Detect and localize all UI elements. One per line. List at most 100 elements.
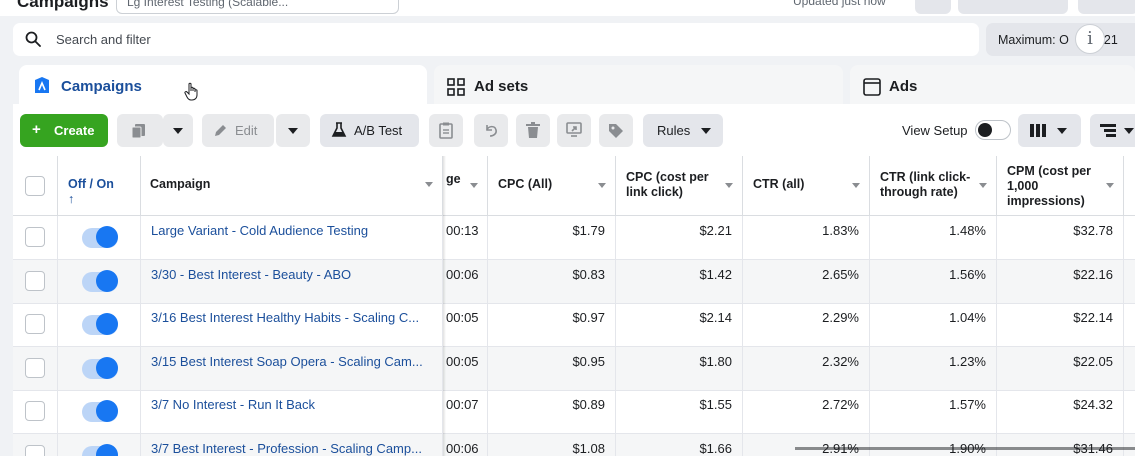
sort-chevron-icon	[725, 183, 733, 188]
search-icon	[25, 31, 41, 47]
create-button[interactable]: + Create	[20, 114, 108, 147]
row-checkbox[interactable]	[25, 401, 45, 422]
campaign-name-link[interactable]: 3/16 Best Interest Healthy Habits - Scal…	[151, 310, 419, 325]
view-setup-toggle[interactable]	[975, 120, 1011, 140]
row-campaign-cell: Large Variant - Cold Audience Testing	[141, 216, 443, 260]
row-ctr-all-cell: 1.83%	[743, 216, 870, 260]
row-checkbox[interactable]	[25, 314, 45, 335]
table-row[interactable]: 3/16 Best Interest Healthy Habits - Scal…	[13, 303, 1135, 348]
toggle-knob	[96, 356, 118, 379]
review-publish-button[interactable]	[1078, 0, 1135, 14]
edit-dropdown-button[interactable]	[276, 114, 310, 147]
campaign-name-link[interactable]: 3/30 - Best Interest - Beauty - ABO	[151, 267, 351, 282]
tab-ads[interactable]: Ads	[850, 65, 1135, 105]
chevron-down-icon	[1057, 128, 1067, 134]
campaign-onoff-toggle[interactable]	[82, 269, 118, 292]
campaign-onoff-toggle[interactable]	[82, 444, 118, 456]
row-cpm-cell: $22.05	[997, 346, 1124, 391]
tag-button[interactable]	[599, 114, 633, 147]
updated-status: Updated just now	[793, 0, 886, 8]
header-onoff[interactable]: Off / On ↑	[58, 156, 141, 216]
edit-button[interactable]: Edit	[202, 114, 274, 147]
header-ctr-link[interactable]: CTR (link click-through rate)	[870, 156, 997, 216]
cpc-all-value: $0.97	[572, 310, 605, 326]
grid-icon	[447, 78, 465, 96]
account-select[interactable]: Lg Interest Testing (Scalable...	[116, 0, 399, 14]
row-partial-value: 00:06	[446, 266, 479, 282]
table-row[interactable]: 3/7 Best Interest - Profession - Scaling…	[13, 434, 1135, 456]
row-checkbox[interactable]	[25, 227, 45, 247]
date-range-button[interactable]: Maximum: O 2021	[986, 23, 1135, 56]
campaign-onoff-toggle[interactable]	[82, 226, 118, 248]
ctr-all-value: 2.32%	[822, 353, 859, 369]
refresh-button[interactable]	[915, 0, 951, 14]
duplicate-dropdown-button[interactable]	[163, 114, 193, 147]
tab-campaigns[interactable]: Campaigns	[19, 65, 427, 105]
row-cpc-link-cell: $1.55	[616, 390, 743, 435]
row-partial-value: 00:06	[446, 441, 479, 456]
search-filter-bar[interactable]: Search and filter	[13, 23, 979, 56]
table-row[interactable]: 3/15 Best Interest Soap Opera - Scaling …	[13, 346, 1135, 391]
top-bar: Campaigns Lg Interest Testing (Scalable.…	[0, 0, 1135, 16]
campaign-name-link[interactable]: 3/7 Best Interest - Profession - Scaling…	[151, 441, 422, 456]
row-ctr-link-cell: 1.57%	[870, 390, 997, 435]
preview-button[interactable]	[557, 114, 591, 147]
chevron-down-icon	[288, 128, 298, 134]
info-icon[interactable]: i	[1075, 24, 1105, 54]
campaign-onoff-toggle[interactable]	[82, 313, 118, 336]
cpm-value: $24.32	[1073, 397, 1113, 413]
ab-test-button[interactable]: A/B Test	[320, 114, 419, 147]
cpc-link-value: $1.55	[699, 397, 732, 413]
table-row[interactable]: 3/30 - Best Interest - Beauty - ABO 00:0…	[13, 259, 1135, 304]
header-ctr-all-label: CTR (all)	[753, 177, 805, 191]
campaign-name-link[interactable]: 3/15 Best Interest Soap Opera - Scaling …	[151, 354, 423, 369]
video-progress-line	[795, 447, 1135, 450]
columns-icon	[1030, 124, 1046, 137]
header-cpm-label: CPM (cost per 1,000 impressions)	[1007, 164, 1092, 208]
row-ctr-all-cell: 2.29%	[743, 303, 870, 348]
row-ctr-link-cell: 1.04%	[870, 303, 997, 348]
table-row[interactable]: 3/7 No Interest - Run It Back 00:07 $0.8…	[13, 390, 1135, 435]
tab-ads-label: Ads	[889, 78, 918, 95]
row-checkbox[interactable]	[25, 357, 45, 378]
header-ctr-link-label: CTR (link click-through rate)	[880, 170, 971, 199]
header-partial[interactable]: ge	[443, 156, 488, 216]
sort-chevron-icon	[852, 183, 860, 188]
toolbar: + Create Edit A/B Test Rules View Setup	[13, 104, 1135, 156]
tab-ad-sets[interactable]: Ad sets	[434, 65, 843, 105]
edit-label: Edit	[235, 123, 258, 138]
campaign-onoff-toggle[interactable]	[82, 400, 118, 423]
columns-button[interactable]	[1018, 114, 1081, 147]
campaign-onoff-toggle[interactable]	[82, 356, 118, 379]
tab-ad-sets-label: Ad sets	[474, 78, 529, 95]
select-all-checkbox[interactable]	[25, 176, 45, 196]
discard-drafts-button[interactable]	[958, 0, 1068, 14]
hand-cursor-icon	[184, 82, 198, 101]
header-cpc-all[interactable]: CPC (All)	[488, 156, 616, 216]
row-checkbox[interactable]	[25, 270, 45, 291]
row-campaign-cell: 3/7 Best Interest - Profession - Scaling…	[141, 434, 443, 456]
delete-button[interactable]	[516, 114, 550, 147]
cpc-all-value: $0.95	[572, 353, 605, 369]
ctr-link-value: 1.04%	[949, 310, 986, 326]
campaign-name-link[interactable]: Large Variant - Cold Audience Testing	[151, 223, 368, 238]
header-campaign[interactable]: Campaign	[141, 156, 443, 216]
header-cpm[interactable]: CPM (cost per 1,000 impressions)	[997, 156, 1124, 216]
row-partial-cell: 00:13	[443, 216, 488, 260]
breakdown-button[interactable]	[1090, 114, 1135, 147]
table-row[interactable]: Large Variant - Cold Audience Testing 00…	[13, 216, 1135, 260]
rules-button[interactable]: Rules	[643, 114, 723, 147]
undo-button[interactable]	[474, 114, 508, 147]
tag-icon	[609, 124, 623, 138]
clipboard-button[interactable]	[429, 114, 463, 147]
header-ctr-all[interactable]: CTR (all)	[743, 156, 870, 216]
plus-icon: +	[32, 121, 41, 138]
row-cpc-all-cell: $0.95	[488, 346, 616, 391]
campaign-name-link[interactable]: 3/7 No Interest - Run It Back	[151, 397, 315, 412]
search-input[interactable]: Search and filter	[56, 32, 151, 47]
create-label: Create	[54, 123, 95, 138]
header-cpc-link-label: CPC (cost per link click)	[626, 170, 709, 199]
row-select-cell	[13, 216, 58, 260]
duplicate-button[interactable]	[117, 114, 163, 147]
header-cpc-link[interactable]: CPC (cost per link click)	[616, 156, 743, 216]
